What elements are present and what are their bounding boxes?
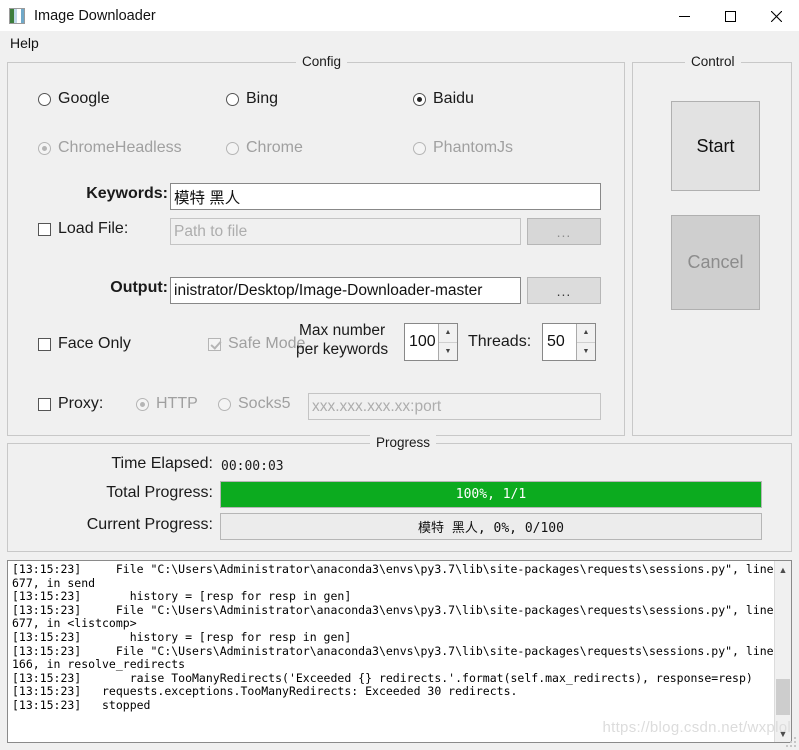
- radio-label-chromeheadless: ChromeHeadless: [58, 139, 182, 156]
- threads-value[interactable]: 50: [543, 324, 576, 360]
- close-button[interactable]: [753, 0, 799, 32]
- radio-baidu[interactable]: Baidu: [413, 90, 474, 108]
- radio-dot-http: [136, 397, 149, 411]
- total-progress-label: Total Progress:: [106, 484, 213, 501]
- keywords-input[interactable]: 模特 黑人: [170, 183, 601, 210]
- window-controls: [661, 0, 799, 32]
- config-group: Config Google Bing Baidu ChromeHeadless …: [7, 54, 625, 436]
- window-title: Image Downloader: [34, 7, 156, 24]
- radio-label-google: Google: [58, 90, 110, 107]
- radio-label-phantomjs: PhantomJs: [433, 139, 514, 156]
- face-only-checkbox[interactable]: Face Only: [38, 335, 131, 353]
- radio-chromeheadless[interactable]: ChromeHeadless: [38, 139, 182, 157]
- radio-dot-socks5: [218, 397, 231, 411]
- minimize-button[interactable]: [661, 0, 707, 32]
- scrollbar-thumb[interactable]: [776, 679, 790, 715]
- log-panel[interactable]: [13:15:23] File "C:\Users\Administrator\…: [7, 560, 792, 743]
- radio-bing[interactable]: Bing: [226, 90, 278, 108]
- radio-dot-bing: [226, 92, 239, 106]
- log-scrollbar[interactable]: ▲ ▼: [774, 561, 791, 742]
- total-progress-bar: 100%, 1/1: [220, 481, 762, 508]
- threads-spin-up[interactable]: ▲: [577, 324, 595, 343]
- image-icon: [9, 7, 25, 24]
- progress-group: Progress Time Elapsed: 00:00:03 Total Pr…: [7, 435, 792, 552]
- config-group-title: Config: [296, 54, 348, 69]
- load-file-input[interactable]: Path to file: [170, 218, 521, 245]
- max-number-label: Max number per keywords: [296, 322, 389, 358]
- radio-label-baidu: Baidu: [433, 90, 474, 107]
- threads-label: Threads:: [468, 333, 532, 350]
- load-file-checkbox[interactable]: Load File:: [38, 220, 128, 238]
- keywords-label: Keywords:: [86, 185, 168, 202]
- radio-dot-phantomjs: [413, 141, 426, 155]
- radio-phantomjs[interactable]: PhantomJs: [413, 139, 513, 157]
- title-bar: Image Downloader: [0, 0, 799, 32]
- log-output: [13:15:23] File "C:\Users\Administrator\…: [12, 562, 774, 712]
- output-browse-button[interactable]: ...: [527, 277, 601, 304]
- safe-mode-checkbox[interactable]: Safe Mode: [208, 335, 305, 353]
- control-group: Control Start Cancel: [632, 54, 792, 436]
- safe-mode-label: Safe Mode: [228, 335, 306, 352]
- radio-dot-baidu: [413, 92, 426, 106]
- cancel-button[interactable]: Cancel: [671, 215, 760, 310]
- threads-spin-down[interactable]: ▼: [577, 342, 595, 360]
- control-group-title: Control: [685, 54, 741, 69]
- menu-item-help[interactable]: Help: [2, 33, 47, 53]
- current-progress-text: 模特 黑人, 0%, 0/100: [418, 521, 564, 536]
- threads-spin-buttons[interactable]: ▲ ▼: [576, 324, 595, 360]
- time-elapsed-label: Time Elapsed:: [111, 455, 213, 472]
- radio-label-bing: Bing: [246, 90, 279, 107]
- output-input[interactable]: inistrator/Desktop/Image-Downloader-mast…: [170, 277, 521, 304]
- checkbox-box-safe-mode: [208, 337, 221, 351]
- resize-grip[interactable]: [784, 735, 796, 747]
- max-number-spin-down[interactable]: ▼: [439, 342, 457, 360]
- proxy-label: Proxy:: [58, 395, 104, 412]
- menu-bar: Help: [0, 32, 799, 54]
- radio-dot-google: [38, 92, 51, 106]
- radio-proxy-http[interactable]: HTTP: [136, 395, 198, 413]
- checkbox-box-face-only: [38, 337, 51, 351]
- load-file-label: Load File:: [58, 220, 129, 237]
- progress-group-title: Progress: [370, 435, 437, 450]
- max-number-spin-buttons[interactable]: ▲ ▼: [438, 324, 457, 360]
- start-button[interactable]: Start: [671, 101, 760, 191]
- threads-stepper[interactable]: 50 ▲ ▼: [542, 323, 596, 361]
- radio-chrome[interactable]: Chrome: [226, 139, 303, 157]
- current-progress-label: Current Progress:: [86, 516, 213, 533]
- current-progress-bar: 模特 黑人, 0%, 0/100: [220, 513, 762, 540]
- proxy-checkbox[interactable]: Proxy:: [38, 395, 103, 413]
- radio-dot-chromeheadless: [38, 141, 51, 155]
- face-only-label: Face Only: [58, 335, 131, 352]
- radio-google[interactable]: Google: [38, 90, 110, 108]
- scroll-up-icon[interactable]: ▲: [775, 561, 791, 578]
- checkbox-box-load-file: [38, 222, 51, 236]
- time-elapsed-value: 00:00:03: [221, 459, 284, 474]
- output-label: Output:: [110, 279, 168, 296]
- maximize-button[interactable]: [707, 0, 753, 32]
- radio-label-chrome: Chrome: [246, 139, 303, 156]
- total-progress-text: 100%, 1/1: [455, 487, 527, 502]
- max-number-spin-up[interactable]: ▲: [439, 324, 457, 343]
- max-number-value[interactable]: 100: [405, 324, 438, 360]
- radio-dot-chrome: [226, 141, 239, 155]
- radio-proxy-socks5[interactable]: Socks5: [218, 395, 290, 413]
- checkbox-box-proxy: [38, 397, 51, 411]
- radio-label-socks5: Socks5: [238, 395, 291, 412]
- radio-label-http: HTTP: [156, 395, 198, 412]
- max-number-stepper[interactable]: 100 ▲ ▼: [404, 323, 458, 361]
- load-file-browse-button[interactable]: ...: [527, 218, 601, 245]
- proxy-address-input[interactable]: xxx.xxx.xxx.xx:port: [308, 393, 601, 420]
